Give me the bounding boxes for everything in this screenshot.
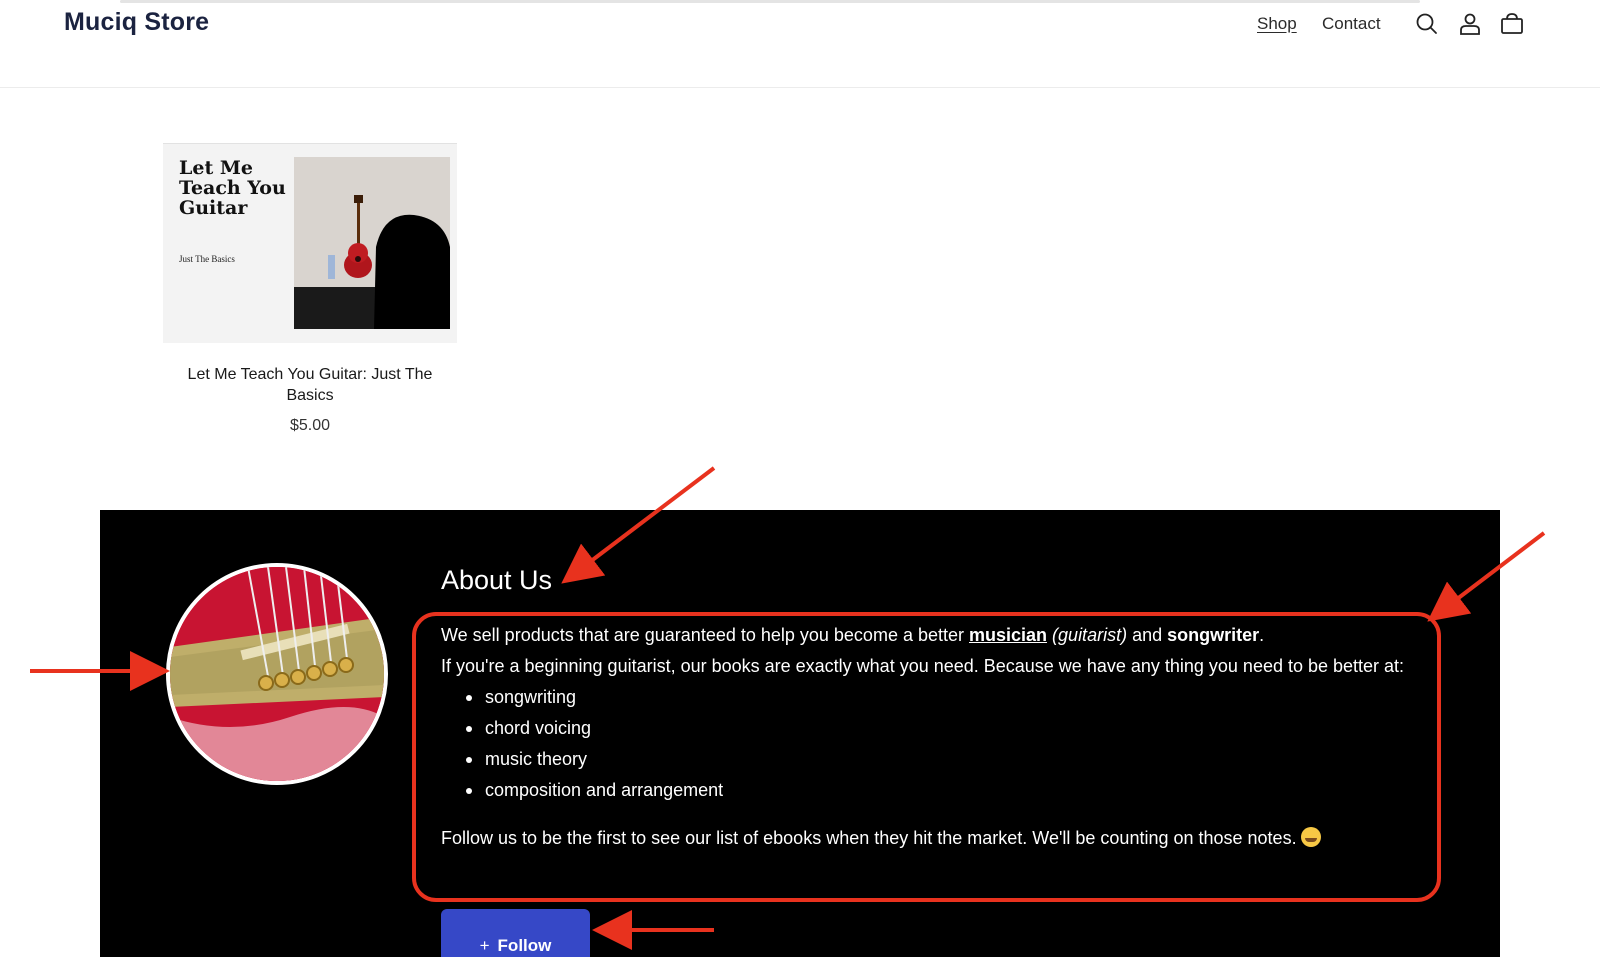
list-item: music theory [459,744,1441,775]
store-logo[interactable]: Muciq Store [64,8,209,37]
list-item: songwriting [459,682,1441,713]
cover-title: Let Me Teach You Guitar [179,157,286,219]
product-price: $5.00 [289,417,331,434]
list-item: composition and arrangement [459,775,1441,806]
intro-end: . [1259,625,1265,645]
follow-prompt-text: Follow us to be the first to see our lis… [441,828,1297,848]
intro-text: We sell products that are guaranteed to … [441,625,969,645]
site-header: Muciq Store Shop Contact [0,0,1600,88]
skills-list: songwriting chord voicing music theory c… [459,682,1441,806]
list-item: chord voicing [459,713,1441,744]
cover-photo [294,157,450,329]
musician-link[interactable]: musician [969,625,1047,645]
announcement-strip [120,0,1460,3]
nav-shop-link[interactable]: Shop [1257,14,1297,34]
account-icon[interactable] [1457,11,1483,37]
follow-prompt: Follow us to be the first to see our lis… [441,823,1441,854]
about-title: About Us [441,565,553,595]
about-paragraph: If you're a beginning guitarist, our boo… [441,656,1405,676]
grin-sweat-emoji-icon [1300,827,1321,847]
intro-italic: (guitarist) [1052,625,1128,645]
cover-subtitle: Just The Basics [179,254,235,264]
product-title[interactable]: Let Me Teach You Guitar: Just The Basics [163,364,457,406]
intro-bold: songwriter [1167,625,1260,645]
product-image[interactable]: Let Me Teach You Guitar Just The Basics [163,143,457,343]
nav-contact-link[interactable]: Contact [1322,14,1381,34]
intro-and: and [1127,625,1168,645]
follow-button[interactable]: + Follow [441,909,590,957]
about-description: We sell products that are guaranteed to … [441,620,1441,854]
about-avatar [166,563,388,785]
cart-icon[interactable] [1499,11,1525,37]
follow-button-label: Follow [497,936,552,955]
about-intro: We sell products that are guaranteed to … [441,620,1441,651]
plus-icon: + [479,936,490,955]
search-icon[interactable] [1414,11,1440,37]
